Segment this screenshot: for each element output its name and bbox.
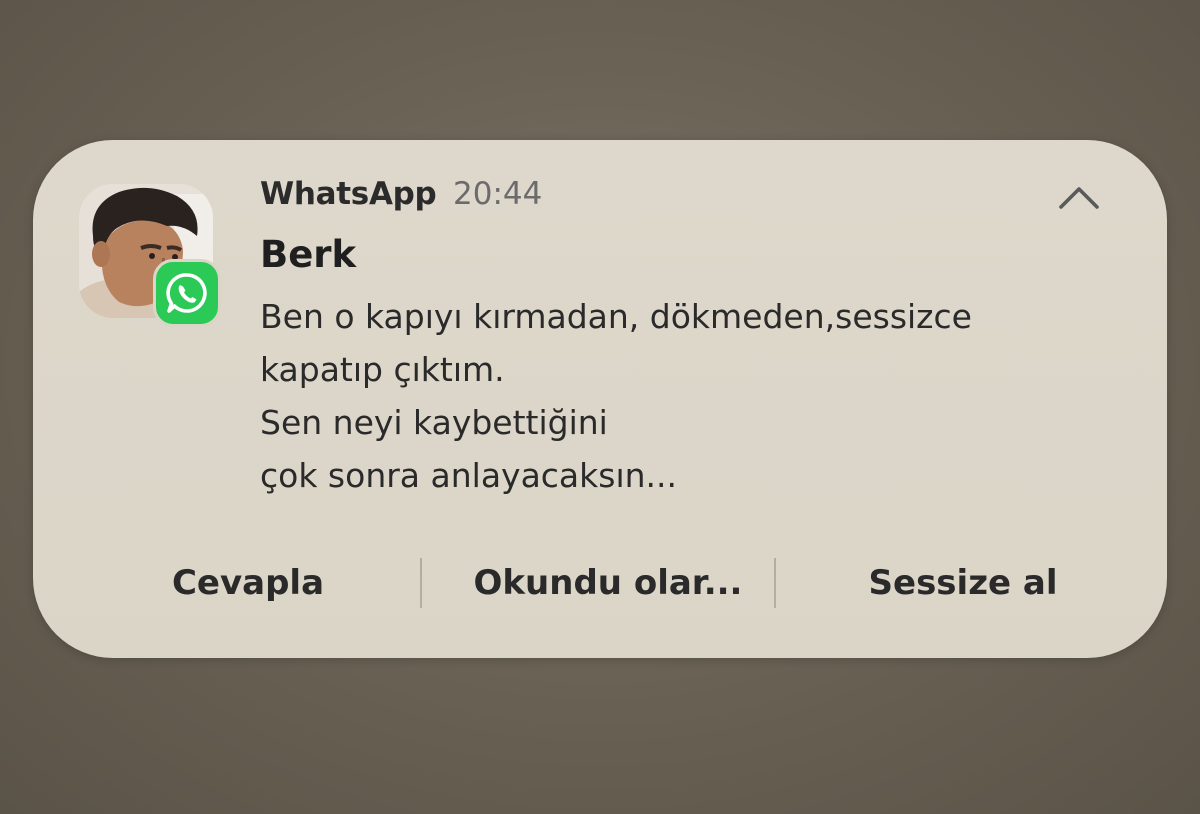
notification-actions: Cevapla Okundu olar... Sessize al: [33, 545, 1167, 621]
message-line: çok sonra anlayacaksın...: [260, 456, 678, 495]
message-line: Sen neyi kaybettiğini: [260, 403, 608, 442]
reply-button[interactable]: Cevapla: [113, 545, 383, 621]
action-divider: [420, 558, 422, 608]
whatsapp-logo-glyph: [166, 273, 207, 313]
message-body: Ben o kapıyı kırmadan, dökmeden,sessizce…: [260, 290, 1120, 502]
mute-button[interactable]: Sessize al: [823, 545, 1103, 621]
chevron-up-icon[interactable]: [1056, 180, 1102, 214]
message-line: Ben o kapıyı kırmadan, dökmeden,sessizce: [260, 297, 972, 336]
notification-time: 20:44: [453, 176, 543, 212]
mark-read-button[interactable]: Okundu olar...: [443, 545, 773, 621]
app-name: WhatsApp: [260, 176, 437, 212]
message-line: kapatıp çıktım.: [260, 350, 505, 389]
action-divider: [774, 558, 776, 608]
sender-name: Berk: [260, 233, 357, 276]
whatsapp-icon: [153, 259, 221, 327]
